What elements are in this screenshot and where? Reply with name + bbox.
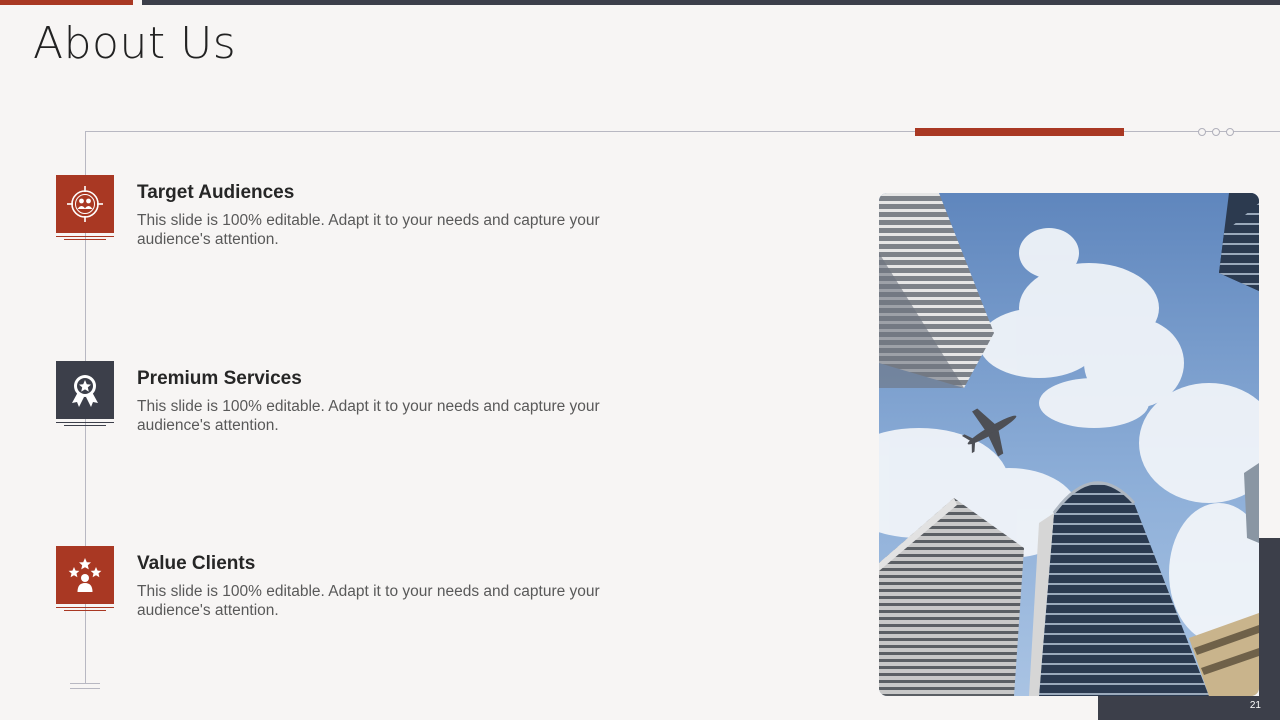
- item-description: This slide is 100% editable. Adapt it to…: [137, 398, 600, 434]
- top-dark-bar: [142, 0, 1280, 5]
- award-ribbon-icon: [56, 361, 114, 419]
- top-accent-bar: [0, 0, 133, 5]
- item-title: Value Clients: [137, 553, 256, 574]
- target-audience-icon: [56, 175, 114, 233]
- divider-dots: [1198, 128, 1234, 136]
- icon-underline: [56, 607, 114, 613]
- item-title: Target Audiences: [137, 182, 295, 203]
- slide-title: About Us: [33, 18, 237, 69]
- icon-underline: [56, 236, 114, 242]
- item-title: Premium Services: [137, 368, 302, 389]
- page-number: 21: [1249, 700, 1261, 711]
- divider-accent: [915, 128, 1124, 136]
- skyscrapers-photo: [879, 193, 1259, 696]
- icon-underline: [56, 422, 114, 428]
- item-description: This slide is 100% editable. Adapt it to…: [137, 212, 600, 248]
- timeline-foot: [70, 683, 100, 689]
- item-description: This slide is 100% editable. Adapt it to…: [137, 583, 600, 619]
- corner-decor-side: [1259, 538, 1280, 696]
- star-client-icon: [56, 546, 114, 604]
